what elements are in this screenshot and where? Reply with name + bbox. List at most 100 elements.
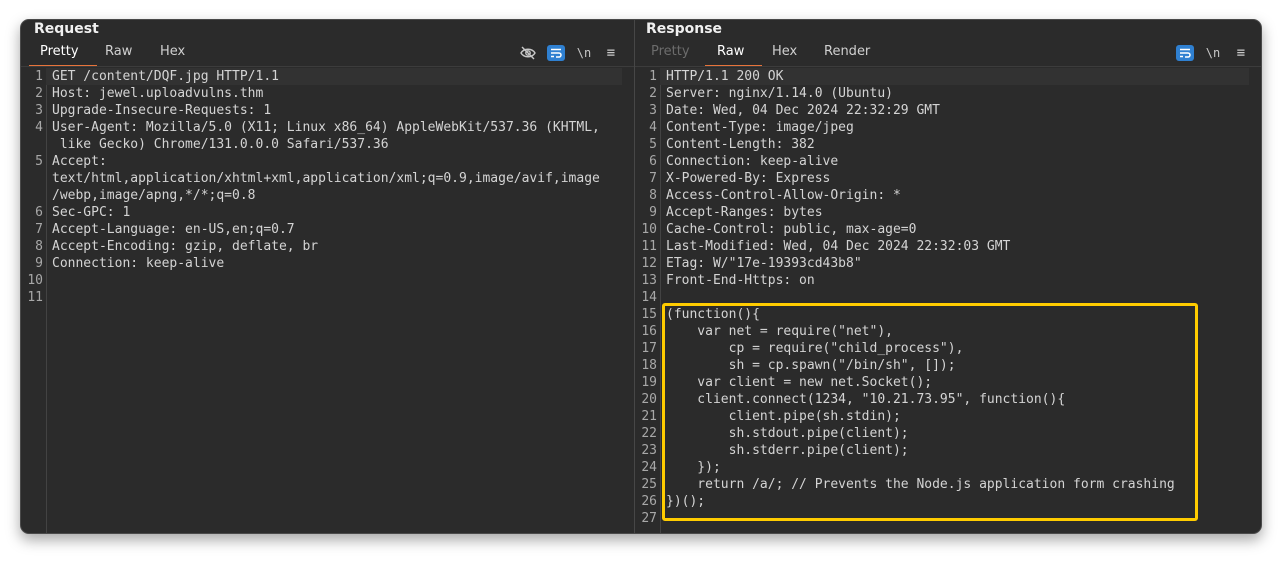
line-number: 10	[641, 222, 657, 237]
code-text: text/html,application/xhtml+xml,applicat…	[52, 171, 600, 186]
response-line: 13 Front-End-Https: on	[635, 272, 1261, 289]
response-tab-pretty: Pretty	[651, 44, 690, 59]
code-text: Date: Wed, 04 Dec 2024 22:32:29 GMT	[666, 103, 940, 118]
word-wrap-icon[interactable]	[1176, 45, 1194, 61]
line-number: 4	[649, 120, 657, 135]
request-line: 1 GET /content/DQF.jpg HTTP/1.1	[21, 68, 634, 85]
code-text: X-Powered-By: Express	[666, 171, 831, 186]
request-tab-hex[interactable]: Hex	[160, 44, 185, 59]
line-number: 19	[641, 375, 657, 390]
request-line: 11	[21, 289, 634, 306]
request-line: 5 Accept:	[21, 153, 634, 170]
code-text: HTTP/1.1 200 OK	[666, 69, 784, 84]
response-line: 8 Access-Control-Allow-Origin: *	[635, 187, 1261, 204]
code-text: Sec-GPC: 1	[52, 205, 131, 220]
line-number: 4	[35, 120, 43, 135]
code-text: GET /content/DQF.jpg HTTP/1.1	[52, 69, 279, 84]
response-line: 9 Accept-Ranges: bytes	[635, 204, 1261, 221]
line-number: 9	[35, 256, 43, 271]
line-number: 5	[649, 137, 657, 152]
response-line: 10 Cache-Control: public, max-age=0	[635, 221, 1261, 238]
line-number: 24	[641, 460, 657, 475]
request-line: 3 Upgrade-Insecure-Requests: 1	[21, 102, 634, 119]
request-line: 8 Accept-Encoding: gzip, deflate, br	[21, 238, 634, 255]
code-text: Upgrade-Insecure-Requests: 1	[52, 103, 272, 118]
line-number: 15	[641, 307, 657, 322]
line-number: 1	[35, 69, 43, 84]
menu-icon[interactable]: ≡	[602, 45, 620, 61]
response-line: 5 Content-Length: 382	[635, 136, 1261, 153]
line-number: 3	[649, 103, 657, 118]
newline-icon[interactable]: \n	[575, 45, 593, 61]
request-line: 9 Connection: keep-alive	[21, 255, 634, 272]
request-toolbar: \n ≡	[518, 45, 628, 63]
response-line: 2 Server: nginx/1.14.0 (Ubuntu)	[635, 85, 1261, 102]
line-number: 20	[641, 392, 657, 407]
code-text: Content-Length: 382	[666, 137, 815, 152]
response-line: 6 Connection: keep-alive	[635, 153, 1261, 170]
line-number: 6	[649, 154, 657, 169]
response-line: 4 Content-Type: image/jpeg	[635, 119, 1261, 136]
response-line: 11 Last-Modified: Wed, 04 Dec 2024 22:32:…	[635, 238, 1261, 255]
response-editor[interactable]: 1 HTTP/1.1 200 OK 2 Server: nginx/1.14.0 (U…	[635, 68, 1261, 533]
request-line: 6 Sec-GPC: 1	[21, 204, 634, 221]
code-text: Accept-Ranges: bytes	[666, 205, 823, 220]
code-text: Host: jewel.uploadvulns.thm	[52, 86, 264, 101]
line-number: 3	[35, 103, 43, 118]
request-tab-raw[interactable]: Raw	[105, 44, 132, 59]
line-number: 7	[649, 171, 657, 186]
code-text: User-Agent: Mozilla/5.0 (X11; Linux x86_…	[52, 120, 600, 135]
line-number: 11	[641, 239, 657, 254]
http-message-window: Request Pretty Raw Hex \n ≡ 1 GET /conten…	[20, 19, 1262, 534]
request-line: 10	[21, 272, 634, 289]
line-number: 12	[641, 256, 657, 271]
line-number: 8	[35, 239, 43, 254]
request-line: 7 Accept-Language: en-US,en;q=0.7	[21, 221, 634, 238]
line-number: 5	[35, 154, 43, 169]
request-tab-pretty[interactable]: Pretty	[40, 44, 79, 59]
line-number: 25	[641, 477, 657, 492]
response-title: Response	[646, 21, 723, 37]
response-tab-raw[interactable]: Raw	[717, 44, 744, 59]
request-line: 4 User-Agent: Mozilla/5.0 (X11; Linux x86…	[21, 119, 634, 136]
line-number: 17	[641, 341, 657, 356]
response-tab-hex[interactable]: Hex	[772, 44, 797, 59]
code-text: like Gecko) Chrome/131.0.0.0 Safari/537.…	[52, 137, 389, 152]
code-text: Cache-Control: public, max-age=0	[666, 222, 917, 237]
line-number: 18	[641, 358, 657, 373]
code-text: Server: nginx/1.14.0 (Ubuntu)	[666, 86, 893, 101]
line-number: 21	[641, 409, 657, 424]
request-line: /webp,image/apng,*/*;q=0.8	[21, 187, 634, 204]
request-editor[interactable]: 1 GET /content/DQF.jpg HTTP/1.1 2 Host: jew…	[21, 68, 634, 533]
response-line: 1 HTTP/1.1 200 OK	[635, 68, 1261, 85]
line-number: 2	[35, 86, 43, 101]
response-pane: Response Pretty Raw Hex Render \n ≡ 1 HTT…	[635, 20, 1261, 533]
response-tab-render[interactable]: Render	[824, 44, 870, 59]
line-number: 10	[27, 273, 43, 288]
response-line: 3 Date: Wed, 04 Dec 2024 22:32:29 GMT	[635, 102, 1261, 119]
request-pane: Request Pretty Raw Hex \n ≡ 1 GET /conten…	[21, 20, 634, 533]
line-number: 13	[641, 273, 657, 288]
line-number: 11	[27, 290, 43, 305]
line-number: 26	[641, 494, 657, 509]
line-number: 1	[649, 69, 657, 84]
response-line: 7 X-Powered-By: Express	[635, 170, 1261, 187]
menu-icon[interactable]: ≡	[1232, 45, 1250, 61]
eye-off-icon[interactable]	[519, 45, 537, 61]
line-number: 23	[641, 443, 657, 458]
code-text: Content-Type: image/jpeg	[666, 120, 854, 135]
request-line: 2 Host: jewel.uploadvulns.thm	[21, 85, 634, 102]
code-text: Accept-Language: en-US,en;q=0.7	[52, 222, 295, 237]
code-text: ETag: W/"17e-19393cd43b8"	[666, 256, 862, 271]
request-title: Request	[34, 21, 99, 37]
line-number: 8	[649, 188, 657, 203]
line-number: 16	[641, 324, 657, 339]
request-line: like Gecko) Chrome/131.0.0.0 Safari/537.…	[21, 136, 634, 153]
code-text: Connection: keep-alive	[52, 256, 225, 271]
code-text: /webp,image/apng,*/*;q=0.8	[52, 188, 256, 203]
word-wrap-icon[interactable]	[547, 45, 565, 61]
newline-icon[interactable]: \n	[1204, 45, 1222, 61]
line-number: 22	[641, 426, 657, 441]
code-text: Last-Modified: Wed, 04 Dec 2024 22:32:03…	[666, 239, 1011, 254]
response-toolbar: \n ≡	[1173, 45, 1261, 63]
